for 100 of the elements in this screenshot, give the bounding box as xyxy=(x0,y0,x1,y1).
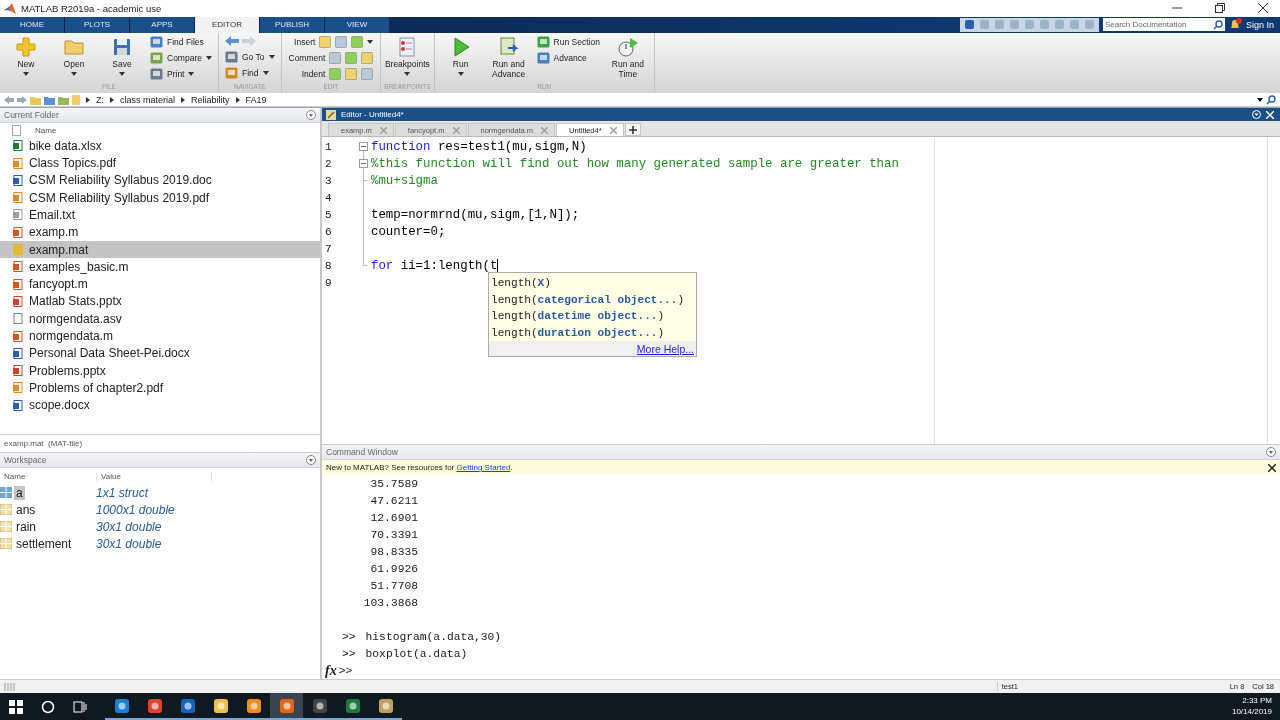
file-row[interactable]: examples_basic.m xyxy=(0,258,320,276)
file-row[interactable]: Email.txt xyxy=(0,206,320,224)
toolstrip-button[interactable]: Run and Advance xyxy=(485,35,532,84)
file-row[interactable]: Class Topics.pdf xyxy=(0,154,320,172)
fold-icon[interactable] xyxy=(359,159,368,169)
panel-menu-icon[interactable] xyxy=(306,455,316,466)
app-icon xyxy=(179,697,196,714)
search-icon[interactable] xyxy=(1266,94,1276,105)
toolstrip-button[interactable]: New xyxy=(3,35,49,84)
plus-icon xyxy=(628,125,637,134)
sign-in-link[interactable]: Sign In xyxy=(1245,19,1274,30)
app-icon xyxy=(212,697,229,714)
toolstrip-button[interactable]: Run Section xyxy=(536,35,600,49)
line-number: 1 xyxy=(324,140,333,153)
path-crumb[interactable]: class material xyxy=(120,94,175,105)
toolstrip-button[interactable]: Go To xyxy=(224,50,275,64)
edit-label: Indent xyxy=(301,68,326,79)
edit-tool-icon[interactable] xyxy=(361,51,374,64)
caret-icon xyxy=(205,56,212,61)
variable-name[interactable]: rain xyxy=(14,519,38,534)
caret-icon xyxy=(71,71,77,76)
panel-menu-icon[interactable] xyxy=(306,110,316,121)
file-row[interactable]: Matlab Stats.pptx xyxy=(0,292,320,311)
taskbar-app[interactable] xyxy=(270,693,303,720)
edit-tool-icon[interactable] xyxy=(361,67,374,80)
variable-name[interactable]: a xyxy=(14,485,25,500)
file-row[interactable]: examp.mat xyxy=(0,240,320,259)
edit-tool-icon[interactable] xyxy=(319,35,332,48)
function-browser-button[interactable]: fx xyxy=(325,662,337,679)
column-header[interactable]: Name xyxy=(0,471,97,481)
close-icon[interactable] xyxy=(1268,463,1276,472)
suggestion-item[interactable]: length(datetime object...) xyxy=(489,308,696,325)
back-arrow-icon[interactable] xyxy=(4,95,14,104)
variable-value: 1x1 struct xyxy=(96,485,149,500)
caret-icon xyxy=(404,71,411,76)
edit-tool-icon[interactable] xyxy=(345,51,358,64)
variable-name[interactable]: ans xyxy=(14,502,38,517)
file-icon xyxy=(13,244,23,256)
variable-name[interactable]: settlement xyxy=(14,536,74,551)
file-row[interactable]: examp.m xyxy=(0,223,320,241)
prompt: >> xyxy=(338,664,353,677)
file-row[interactable]: normgendata.m xyxy=(0,327,320,345)
edit-tool-icon[interactable] xyxy=(335,35,348,48)
file-row[interactable]: scope.docx xyxy=(0,396,320,414)
app-icon xyxy=(377,697,394,714)
search-field[interactable]: Search Documentation xyxy=(1102,18,1225,32)
windows-start-icon[interactable] xyxy=(9,699,23,714)
file-row[interactable]: Personal Data Sheet-Pei.docx xyxy=(0,344,320,362)
forward-arrow-icon[interactable] xyxy=(17,95,27,104)
column-header[interactable]: Name xyxy=(35,125,57,135)
line-number: 8 xyxy=(324,259,333,272)
fold-icon[interactable] xyxy=(359,142,368,152)
restore-icon[interactable] xyxy=(1215,3,1225,14)
suggestion-item[interactable]: length(duration object...) xyxy=(489,324,696,342)
edit-tool-icon[interactable] xyxy=(329,67,342,80)
close-icon[interactable] xyxy=(1258,3,1268,14)
edit-tool-icon[interactable] xyxy=(329,51,342,64)
toolbar-icon[interactable] xyxy=(963,19,975,31)
toolstrip-button[interactable]: Breakpoints xyxy=(384,35,431,84)
dropdown-icon[interactable] xyxy=(1257,97,1263,102)
toolstrip-button[interactable]: Save xyxy=(99,35,145,84)
separator-icon xyxy=(181,96,185,103)
panel-title: Current Folder xyxy=(4,110,59,121)
pencil-icon xyxy=(326,109,336,120)
code-line: temp=normrnd(mu,sigm,[1,N]); xyxy=(371,207,580,222)
suggestion-item[interactable]: length(X) xyxy=(489,275,696,292)
toolstrip-button[interactable]: Run xyxy=(437,35,484,84)
toolstrip-button[interactable]: Advance xyxy=(536,51,600,65)
caret-icon[interactable] xyxy=(367,39,374,44)
file-row[interactable]: CSM Reliability Syllabus 2019.doc xyxy=(0,171,320,189)
stopwatch-icon xyxy=(616,35,639,58)
toolstrip-button[interactable]: Run and Time xyxy=(604,35,651,84)
edit-tool-icon[interactable] xyxy=(345,67,358,80)
file-row[interactable]: fancyopt.m xyxy=(0,275,320,293)
plus-icon xyxy=(15,35,37,58)
caret-icon xyxy=(457,71,464,76)
file-row[interactable]: bike data.xlsx xyxy=(0,137,320,155)
code-line: counter=0; xyxy=(371,224,446,239)
panel-menu-icon[interactable] xyxy=(1266,447,1276,458)
toolstrip-button[interactable]: Find Files xyxy=(150,35,212,49)
path-crumb[interactable]: FA19 xyxy=(245,94,267,105)
line-number: 2 xyxy=(324,157,333,170)
file-row[interactable]: CSM Reliability Syllabus 2019.pdf xyxy=(0,189,320,207)
task-view-icon[interactable] xyxy=(73,699,87,714)
search-icon[interactable] xyxy=(41,699,55,714)
back-arrow-icon[interactable] xyxy=(224,35,239,46)
toolstrip-button[interactable]: Compare xyxy=(150,51,212,65)
toolstrip-button[interactable]: Find xyxy=(224,66,275,80)
new-tab-button[interactable] xyxy=(624,123,641,137)
toolstrip-button[interactable]: Print xyxy=(150,67,212,81)
toolstrip-button[interactable]: Open xyxy=(51,35,97,84)
panel-title: Command Window xyxy=(326,447,398,458)
suggestion-item[interactable]: length(categorical object...) xyxy=(489,291,696,309)
column-header[interactable]: Value xyxy=(97,471,212,481)
clock-date: 10/14/2019 xyxy=(1231,706,1272,717)
file-row[interactable]: Problems.pptx xyxy=(0,362,320,380)
path-crumb[interactable]: Reliability xyxy=(191,94,230,105)
path-crumb[interactable]: Z: xyxy=(96,94,104,105)
file-row[interactable]: Problems of chapter2.pdf xyxy=(0,379,320,397)
file-row[interactable]: normgendata.asv xyxy=(0,310,320,328)
